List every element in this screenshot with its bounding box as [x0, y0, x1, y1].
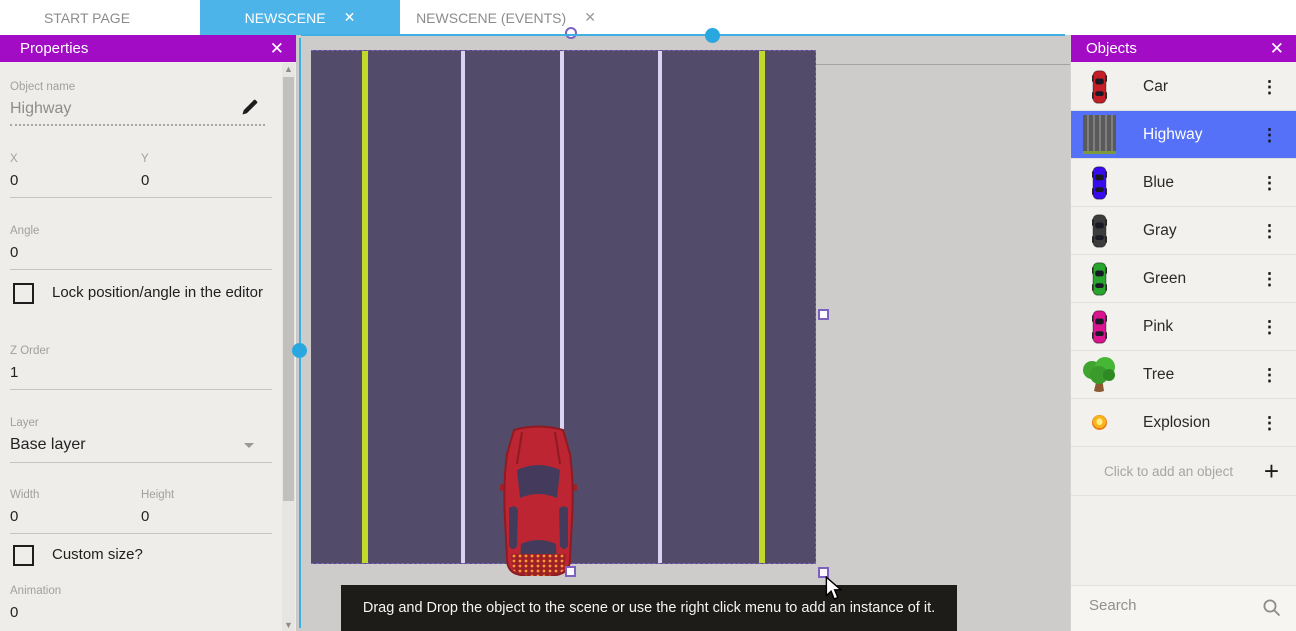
- object-row-gray[interactable]: Gray ⋮: [1071, 207, 1296, 255]
- vertical-scrollbar[interactable]: [299, 38, 301, 628]
- close-icon[interactable]: ✕: [1270, 40, 1284, 57]
- objects-title: Objects: [1086, 40, 1137, 57]
- car-icon: [1092, 310, 1107, 344]
- kebab-menu-icon[interactable]: ⋮: [1261, 174, 1278, 191]
- object-label: Highway: [1143, 126, 1202, 144]
- height-field[interactable]: Height 0: [141, 489, 174, 525]
- search-bar: [1071, 585, 1296, 631]
- game-window-border: [816, 64, 1070, 65]
- kebab-menu-icon[interactable]: ⋮: [1261, 318, 1278, 335]
- lock-position-row: Lock position/angle in the editor: [13, 283, 263, 305]
- object-label: Explosion: [1143, 414, 1210, 432]
- object-row-car[interactable]: Car ⋮: [1071, 63, 1296, 111]
- object-row-blue[interactable]: Blue ⋮: [1071, 159, 1296, 207]
- car-icon: [1092, 166, 1107, 200]
- properties-header: Properties ✕: [0, 35, 296, 62]
- tab-newscene[interactable]: NEWSCENE ✕: [200, 0, 400, 35]
- search-icon: [1262, 598, 1282, 618]
- custom-size-checkbox[interactable]: [13, 545, 34, 566]
- object-label: Pink: [1143, 318, 1173, 336]
- z-order-field[interactable]: Z Order 1: [10, 345, 272, 390]
- tab-label: NEWSCENE: [245, 10, 326, 26]
- drag-tooltip-text: Drag and Drop the object to the scene or…: [363, 600, 935, 616]
- object-label: Car: [1143, 78, 1168, 96]
- lock-checkbox-label: Lock position/angle in the editor: [52, 281, 263, 305]
- tab-close-icon[interactable]: ✕: [344, 9, 356, 26]
- add-object-row[interactable]: Click to add an object +: [1071, 447, 1296, 496]
- tab-bar: START PAGE NEWSCENE ✕ NEWSCENE (EVENTS) …: [0, 0, 1296, 35]
- scroll-down-icon[interactable]: ▼: [282, 619, 295, 631]
- kebab-menu-icon[interactable]: ⋮: [1261, 222, 1278, 239]
- lane-line-white: [658, 51, 662, 563]
- object-label: Tree: [1143, 366, 1174, 384]
- tab-newscene-events[interactable]: NEWSCENE (EVENTS) ✕: [400, 0, 612, 35]
- object-row-pink[interactable]: Pink ⋮: [1071, 303, 1296, 351]
- x-field[interactable]: X 0: [10, 153, 141, 189]
- rotate-handle[interactable]: [565, 27, 577, 39]
- y-field[interactable]: Y 0: [141, 153, 149, 189]
- scroll-thumb[interactable]: [283, 77, 294, 501]
- object-row-green[interactable]: Green ⋮: [1071, 255, 1296, 303]
- size-field-row: Width 0 Height 0: [10, 489, 272, 534]
- vertical-scrollbar-thumb[interactable]: [292, 343, 307, 358]
- object-name-value[interactable]: Highway: [10, 100, 265, 126]
- edit-pencil-icon[interactable]: [240, 97, 260, 117]
- kebab-menu-icon[interactable]: ⋮: [1261, 414, 1278, 431]
- tree-icon: [1081, 356, 1117, 394]
- custom-size-label: Custom size?: [52, 543, 143, 567]
- lane-line-yellow: [759, 51, 765, 563]
- tab-close-icon[interactable]: ✕: [584, 9, 596, 26]
- tab-label: NEWSCENE (EVENTS): [416, 10, 566, 26]
- car-icon: [1092, 70, 1107, 104]
- properties-panel: Properties ✕ Object name Highway X 0 Y 0: [0, 35, 297, 631]
- kebab-menu-icon[interactable]: ⋮: [1261, 366, 1278, 383]
- scroll-up-icon[interactable]: ▲: [282, 63, 295, 75]
- horizontal-scrollbar-thumb[interactable]: [705, 28, 720, 43]
- horizontal-scrollbar[interactable]: [301, 34, 1065, 36]
- angle-field[interactable]: Angle 0: [10, 225, 272, 270]
- animation-field[interactable]: Animation 0: [10, 585, 272, 621]
- width-field[interactable]: Width 0: [10, 489, 141, 525]
- tab-start-page[interactable]: START PAGE: [0, 0, 174, 35]
- scene-canvas[interactable]: Drag and Drop the object to the scene or…: [297, 35, 1070, 631]
- chevron-down-icon[interactable]: [244, 443, 254, 448]
- car-instance[interactable]: [500, 424, 577, 579]
- search-input[interactable]: [1087, 596, 1241, 615]
- lane-line-white: [461, 51, 465, 563]
- lane-line-yellow: [362, 51, 368, 563]
- mouse-cursor: [825, 576, 842, 601]
- close-icon[interactable]: ✕: [270, 40, 284, 57]
- object-name-label: Object name: [10, 81, 265, 93]
- plus-icon[interactable]: +: [1264, 458, 1279, 484]
- object-row-highway[interactable]: Highway ⋮: [1071, 111, 1296, 159]
- kebab-menu-icon[interactable]: ⋮: [1261, 78, 1278, 95]
- layer-select[interactable]: Layer Base layer: [10, 417, 272, 463]
- explosion-icon: [1092, 415, 1107, 430]
- car-icon: [1092, 214, 1107, 248]
- object-row-explosion[interactable]: Explosion ⋮: [1071, 399, 1296, 447]
- lock-checkbox[interactable]: [13, 283, 34, 304]
- objects-header: Objects ✕: [1071, 35, 1296, 62]
- kebab-menu-icon[interactable]: ⋮: [1261, 270, 1278, 287]
- selection-handle-right[interactable]: [818, 309, 829, 320]
- object-label: Blue: [1143, 174, 1174, 192]
- objects-panel: Objects ✕ Car ⋮ Highway ⋮ Blue ⋮ Gray ⋮ …: [1070, 35, 1296, 631]
- properties-title: Properties: [20, 40, 88, 57]
- drag-tooltip: Drag and Drop the object to the scene or…: [341, 585, 957, 631]
- object-row-tree[interactable]: Tree ⋮: [1071, 351, 1296, 399]
- custom-size-row: Custom size?: [13, 545, 263, 567]
- tab-label: START PAGE: [44, 10, 130, 26]
- highway-icon: [1083, 115, 1116, 154]
- object-label: Green: [1143, 270, 1186, 288]
- object-label: Gray: [1143, 222, 1177, 240]
- gdevelop-editor-window: START PAGE NEWSCENE ✕ NEWSCENE (EVENTS) …: [0, 0, 1296, 631]
- add-object-label: Click to add an object: [1104, 464, 1233, 479]
- object-name-field[interactable]: Object name Highway: [10, 81, 265, 126]
- car-icon: [1092, 262, 1107, 296]
- selection-handle-bottom[interactable]: [565, 566, 576, 577]
- kebab-menu-icon[interactable]: ⋮: [1261, 126, 1278, 143]
- xy-field-row: X 0 Y 0: [10, 153, 272, 198]
